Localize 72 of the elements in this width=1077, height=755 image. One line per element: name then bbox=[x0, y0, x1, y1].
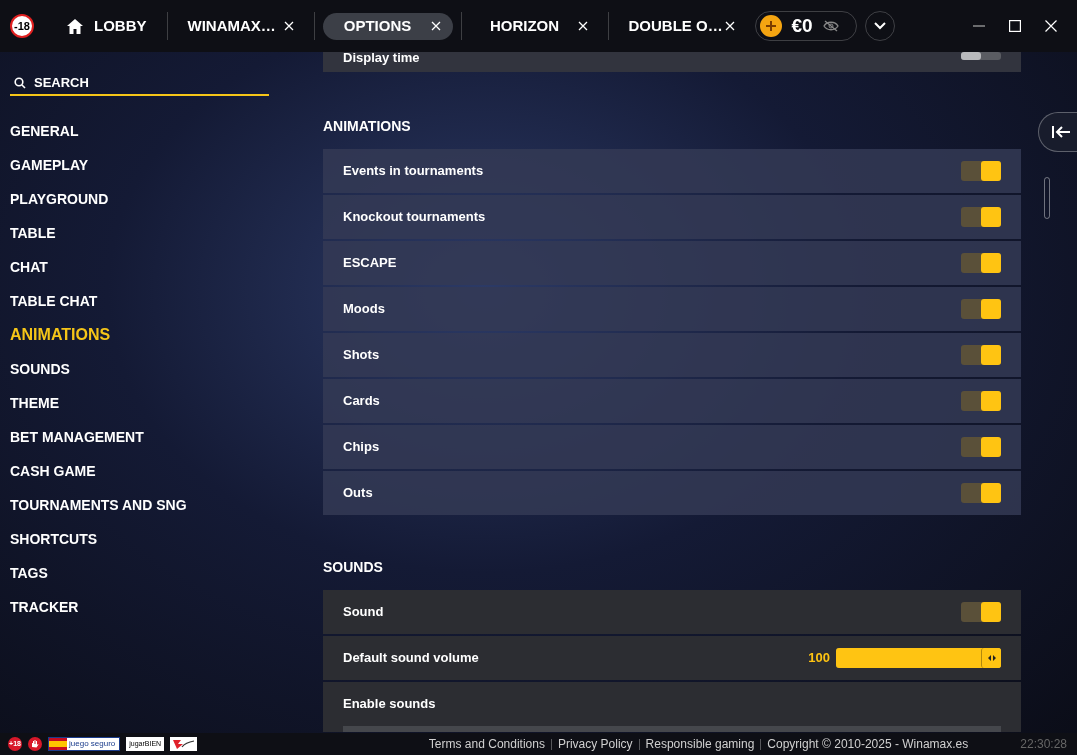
chevron-down-icon bbox=[873, 22, 886, 30]
toggle-switch[interactable] bbox=[961, 299, 1001, 319]
toggle-switch[interactable] bbox=[961, 52, 1001, 60]
setting-label: Moods bbox=[343, 300, 385, 319]
hidden-eye-icon[interactable] bbox=[822, 20, 839, 32]
add-funds-icon[interactable] bbox=[759, 15, 782, 37]
sidebar-item[interactable]: BET MANAGEMENT bbox=[10, 420, 300, 454]
volume-value: 100 bbox=[808, 649, 830, 668]
collapse-button[interactable] bbox=[1038, 112, 1077, 152]
setting-label: Chips bbox=[343, 438, 380, 457]
sidebar-item[interactable]: TABLE bbox=[10, 216, 300, 250]
tab[interactable]: DOUBLE O… bbox=[616, 12, 747, 40]
setting-label: Shots bbox=[343, 346, 380, 365]
volume-slider-fill[interactable] bbox=[836, 648, 1001, 668]
collapse-arrow-icon bbox=[1050, 125, 1071, 139]
home-icon bbox=[66, 17, 84, 35]
setting-label: Events in tournaments bbox=[343, 162, 484, 181]
sidebar-item[interactable]: GENERAL bbox=[10, 114, 300, 148]
maximize-icon[interactable] bbox=[1009, 20, 1021, 32]
sidebar-item[interactable]: TOURNAMENTS AND SNG bbox=[10, 488, 300, 522]
toggle-switch[interactable] bbox=[961, 253, 1001, 273]
footer-link[interactable]: Terms and Conditions bbox=[428, 735, 545, 753]
sidebar-item[interactable]: GAMEPLAY bbox=[10, 148, 300, 182]
sidebar-item[interactable]: CHAT bbox=[10, 250, 300, 284]
sidebar-item[interactable]: TRACKER bbox=[10, 590, 300, 624]
setting-label: Knockout tournaments bbox=[343, 208, 486, 227]
toggle-switch[interactable] bbox=[961, 602, 1001, 622]
sidebar-item[interactable]: SHORTCUTS bbox=[10, 522, 300, 556]
search-icon bbox=[14, 77, 26, 89]
tab[interactable]: HORIZON bbox=[469, 12, 600, 40]
copyright-text: Copyright © 2010-2025 - Winamax.es bbox=[767, 736, 969, 753]
close-icon[interactable] bbox=[577, 21, 588, 31]
juego-seguro-badge: juego seguro bbox=[48, 737, 121, 751]
footer-link[interactable]: Privacy Policy bbox=[557, 735, 633, 753]
setting-label: Default sound volume bbox=[343, 649, 479, 668]
footer-link[interactable]: Responsible gaming bbox=[645, 735, 755, 753]
fejar-logo-icon bbox=[170, 737, 198, 751]
tab[interactable]: LOBBY bbox=[54, 12, 159, 40]
age-restriction-badge: -18 bbox=[10, 14, 34, 38]
hand-icon bbox=[28, 737, 42, 751]
close-icon[interactable] bbox=[430, 21, 441, 31]
toggle-switch[interactable] bbox=[961, 437, 1001, 457]
tab[interactable]: OPTIONS bbox=[322, 12, 453, 40]
toggle-switch[interactable] bbox=[961, 207, 1001, 227]
toggle-switch[interactable] bbox=[961, 483, 1001, 503]
setting-label: Outs bbox=[343, 484, 373, 503]
close-icon[interactable] bbox=[283, 21, 294, 31]
sidebar-item[interactable]: PLAYGROUND bbox=[10, 182, 300, 216]
setting-label: Sound bbox=[343, 603, 384, 622]
sidebar-item[interactable]: CASH GAME bbox=[10, 454, 300, 488]
toggle-switch[interactable] bbox=[961, 391, 1001, 411]
balance-amount: €0 bbox=[791, 13, 813, 38]
sidebar-item[interactable]: THEME bbox=[10, 386, 300, 420]
sidebar-item[interactable]: ANIMATIONS bbox=[10, 318, 300, 352]
section-heading: SOUNDS bbox=[323, 558, 384, 577]
toggle-switch[interactable] bbox=[961, 161, 1001, 181]
setting-label: Enable sounds bbox=[343, 695, 437, 713]
slider-thumb[interactable] bbox=[981, 648, 1001, 668]
close-icon[interactable] bbox=[1045, 20, 1057, 32]
setting-label: Display time bbox=[343, 52, 420, 64]
clock-time: 22:30:28 bbox=[1020, 736, 1067, 753]
setting-label: Cards bbox=[343, 392, 380, 411]
sidebar-item[interactable]: TABLE CHAT bbox=[10, 284, 300, 318]
search-field[interactable]: SEARCH bbox=[34, 73, 254, 93]
sidebar-item[interactable]: SOUNDS bbox=[10, 352, 300, 386]
setting-label: ESCAPE bbox=[343, 254, 397, 273]
sidebar-item[interactable]: TAGS bbox=[10, 556, 300, 590]
toggle-switch[interactable] bbox=[961, 345, 1001, 365]
tab[interactable]: WINAMAX… bbox=[175, 12, 306, 40]
close-icon[interactable] bbox=[724, 21, 735, 31]
scrollbar[interactable] bbox=[1044, 177, 1050, 219]
section-heading: ANIMATIONS bbox=[323, 117, 412, 136]
